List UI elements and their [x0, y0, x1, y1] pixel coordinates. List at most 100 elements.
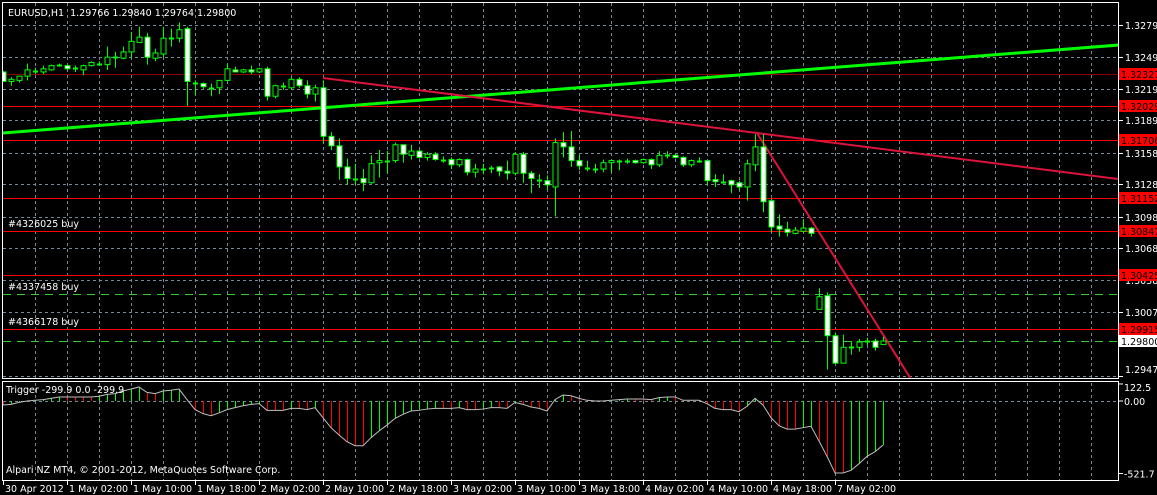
order-label: #4337458 buy — [8, 282, 79, 293]
candle — [665, 151, 670, 159]
candle-body-bull — [424, 153, 431, 158]
candle — [736, 180, 743, 191]
candle-body-bull — [40, 68, 47, 73]
candle-body-bull — [272, 85, 279, 97]
candle-body-bull — [128, 40, 135, 53]
candle-body-bull — [24, 69, 31, 77]
price-tick-label: 1.32795 — [1125, 21, 1157, 32]
price-tick-label: 1.32190 — [1125, 85, 1157, 96]
candle — [281, 82, 286, 90]
candle — [216, 79, 223, 95]
candle-body-bull — [600, 162, 607, 170]
candle — [456, 158, 463, 167]
candle-body-bull — [856, 341, 863, 348]
candle-body-bear — [320, 87, 327, 137]
candle-body-bear — [448, 159, 455, 166]
candle-body-bull — [608, 160, 615, 164]
time-label: 30 Apr 2012 — [5, 484, 64, 495]
time-label: 1 May 10:00 — [133, 484, 192, 495]
candle — [504, 160, 511, 180]
candle-body-bear — [344, 166, 351, 180]
red-trendline-upper — [322, 76, 1118, 181]
candle — [416, 150, 423, 159]
time-label: 3 May 18:00 — [581, 484, 640, 495]
candle — [712, 174, 719, 187]
price-tick-label: 1.30680 — [1125, 244, 1157, 255]
candle — [33, 67, 38, 75]
candle-body-bull — [88, 61, 95, 67]
candle-body-bull — [840, 346, 847, 364]
candle — [376, 150, 383, 178]
price-tick-label: 1.29470 — [1125, 365, 1157, 376]
green-trendline — [3, 43, 1118, 135]
candle-body-bear — [728, 180, 735, 186]
candle-body-bear — [544, 180, 551, 186]
candle — [272, 84, 279, 99]
candle-body-bear — [576, 160, 583, 167]
candle — [472, 163, 479, 178]
candle-body-bear — [416, 150, 423, 158]
candle-body-bull — [224, 68, 231, 81]
candle — [849, 341, 854, 355]
horizontal-levels: #4326025 buy #4337458 buy #4366178 buy — [3, 74, 1118, 342]
candle — [552, 138, 559, 217]
candle — [576, 155, 583, 171]
candle — [728, 179, 735, 194]
candle-body-bear — [872, 340, 879, 348]
candle — [368, 155, 375, 184]
order-label: #4366178 buy — [8, 317, 79, 328]
candle — [512, 152, 519, 176]
time-label: 2 May 10:00 — [325, 484, 384, 495]
candle — [672, 154, 679, 159]
axes: 1.32795 1.32495 1.32190 1.31890 1.31585 1.312… — [3, 21, 1157, 495]
candle — [392, 142, 399, 163]
candle — [865, 337, 870, 346]
candle — [385, 151, 390, 174]
candle — [232, 66, 239, 73]
candle — [800, 219, 807, 233]
candle — [464, 158, 471, 176]
candle-body-bull — [136, 36, 143, 43]
candle — [24, 63, 31, 81]
candle — [856, 338, 863, 352]
candle-body-bull — [152, 52, 159, 59]
candle-body-bull — [656, 154, 663, 166]
candle — [832, 332, 839, 364]
candle — [48, 64, 55, 71]
candle-body-bear — [336, 145, 343, 168]
level-price-label: 1.30847 — [1121, 227, 1157, 238]
candle — [152, 48, 159, 62]
candle-body-bull — [80, 65, 87, 71]
candle — [3, 70, 7, 82]
candle-body-bear — [568, 146, 575, 162]
candle — [792, 227, 799, 235]
candle — [8, 77, 15, 86]
candle-body-bull — [640, 159, 647, 164]
level-price-label: 1.31706 — [1121, 136, 1157, 147]
candle — [568, 131, 575, 167]
candle-body-bear — [648, 159, 655, 166]
candle-body-bull — [752, 146, 759, 166]
candle-body-bear — [144, 36, 151, 58]
candle — [721, 174, 726, 184]
candle — [64, 64, 71, 70]
candle — [585, 160, 590, 172]
candle — [288, 77, 295, 90]
candle — [640, 158, 647, 164]
candle-body-bear — [712, 179, 719, 183]
candle — [16, 75, 23, 83]
candle — [600, 159, 607, 173]
candle — [528, 171, 535, 194]
candle — [160, 26, 167, 58]
price-tick-label: 1.31585 — [1125, 149, 1157, 160]
candle-body-bull — [368, 163, 375, 184]
candle — [240, 68, 247, 74]
candle — [544, 175, 551, 191]
candle — [224, 63, 231, 82]
candle — [248, 65, 255, 75]
candle-body-bear — [432, 153, 439, 161]
candle-body-bull — [256, 68, 263, 73]
candle-body-bear — [560, 142, 567, 148]
mt4-chart-window[interactable]: #4326025 buy #4337458 buy #4366178 buy 1.3… — [0, 0, 1157, 495]
candle — [193, 80, 198, 96]
